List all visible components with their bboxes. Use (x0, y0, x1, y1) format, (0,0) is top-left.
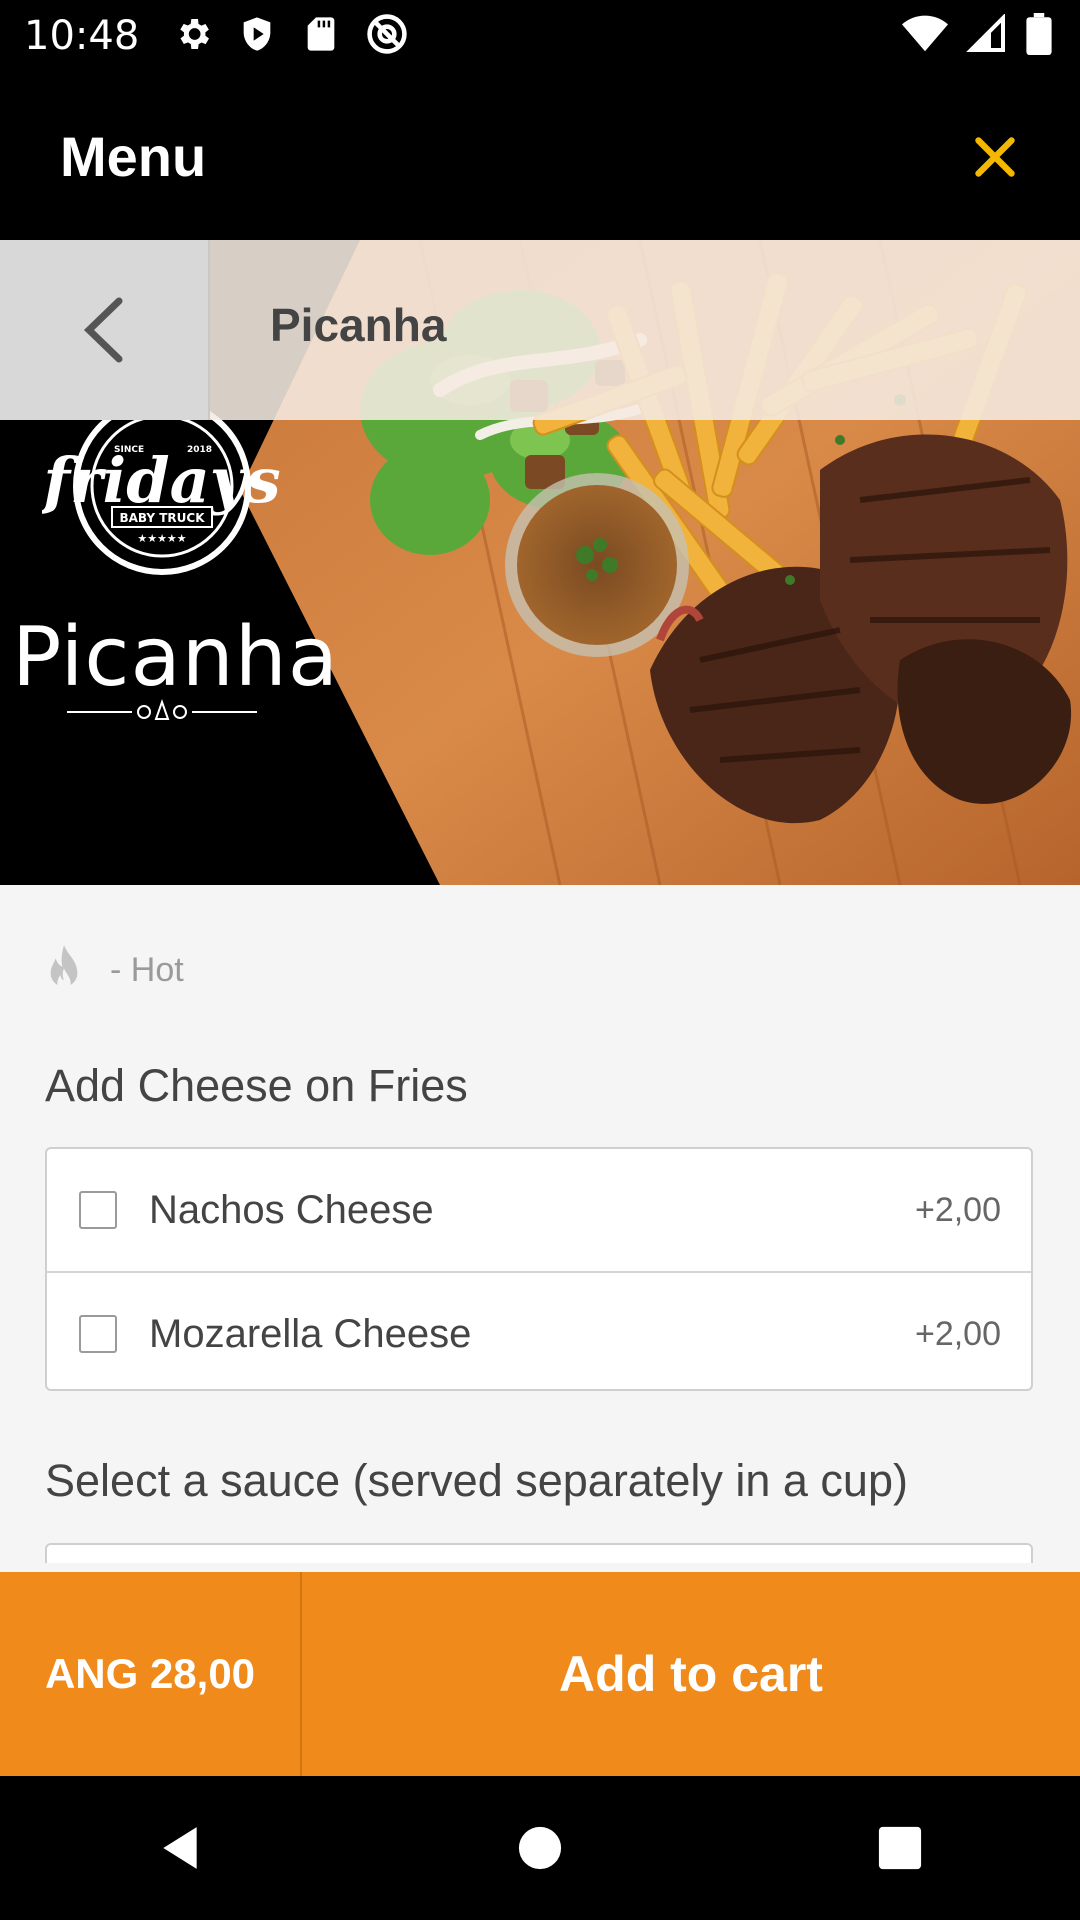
at-sign-icon (365, 12, 409, 61)
option-label: Mozarella Cheese (149, 1311, 472, 1356)
logo-banner: BABY TRUCK (119, 511, 205, 525)
restaurant-logo: SINCE 2018 fridays BABY TRUCK ★★★★★ (42, 397, 281, 575)
cart-bar: ANG 28,00 Add to cart (0, 1572, 1080, 1776)
page-title: Menu (60, 125, 207, 188)
mozarella-cheese-checkbox[interactable] (79, 1315, 117, 1353)
hot-label: - Hot (110, 950, 184, 989)
sauce-options (45, 1543, 1033, 1563)
home-circle-icon (518, 1826, 562, 1870)
option-nachos-cheese[interactable]: Nachos Cheese +2,00 (47, 1149, 1031, 1271)
nav-back-button[interactable] (130, 1798, 230, 1898)
chevron-left-icon (83, 297, 123, 363)
system-nav-bar (0, 1776, 1080, 1920)
status-icons-left (173, 12, 409, 61)
signal-icon (966, 12, 1008, 59)
option-price: +2,00 (914, 1314, 1001, 1353)
add-to-cart-button[interactable]: Add to cart (302, 1645, 1080, 1703)
cheese-options: Nachos Cheese +2,00 Mozarella Cheese +2,… (45, 1147, 1033, 1391)
item-title: Picanha (270, 299, 447, 351)
back-triangle-icon (163, 1827, 197, 1869)
option-price: +2,00 (914, 1190, 1001, 1229)
hot-indicator: - Hot (44, 945, 184, 995)
status-time: 10:48 (24, 13, 140, 59)
wifi-icon (902, 14, 948, 59)
nav-recents-button[interactable] (850, 1798, 950, 1898)
sauce-section-title: Select a sauce (served separately in a c… (45, 1455, 908, 1506)
nachos-cheese-checkbox[interactable] (79, 1191, 117, 1229)
status-bar: 10:48 (0, 0, 1080, 72)
total-price: ANG 28,00 (0, 1572, 302, 1776)
cheese-section-title: Add Cheese on Fries (45, 1060, 468, 1111)
hero-title: Picanha (12, 610, 339, 705)
shield-icon (237, 14, 277, 59)
option-label: Nachos Cheese (149, 1187, 434, 1232)
logo-stars: ★★★★★ (137, 532, 186, 545)
gear-icon (173, 14, 213, 59)
app-bar: Menu (0, 72, 1080, 240)
flame-icon (50, 945, 78, 990)
sd-card-icon (301, 14, 341, 59)
option-mozarella-cheese[interactable]: Mozarella Cheese +2,00 (47, 1271, 1031, 1395)
item-header: Picanha (0, 240, 1080, 420)
back-button[interactable] (0, 240, 210, 420)
recents-square-icon (878, 1826, 922, 1870)
close-button[interactable] (950, 112, 1040, 202)
status-icons-right (902, 12, 1052, 60)
close-icon (975, 137, 1015, 177)
nav-home-button[interactable] (490, 1798, 590, 1898)
ornament-divider (67, 698, 257, 720)
battery-icon (1026, 12, 1052, 60)
